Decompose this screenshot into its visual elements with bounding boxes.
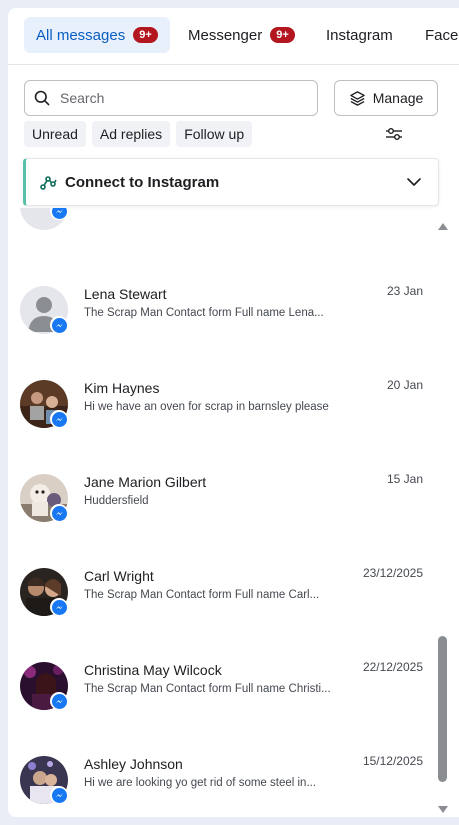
manage-label: Manage	[372, 90, 424, 106]
conversation-row[interactable]: Christina May Wilcock The Scrap Man Cont…	[8, 660, 432, 756]
message-snippet: The Scrap Man Contact form Full name Len…	[84, 307, 324, 319]
message-date: 22/12/2025	[362, 660, 423, 674]
filter-unread[interactable]: Unread	[24, 121, 86, 147]
tab-messenger[interactable]: Messenger 9+	[188, 17, 295, 53]
conversation-row-partial[interactable]	[8, 208, 432, 276]
search-icon	[34, 90, 50, 106]
filter-ad-replies[interactable]: Ad replies	[91, 121, 171, 147]
conversation-row[interactable]: Lena Stewart The Scrap Man Contact form …	[8, 284, 432, 380]
search-box[interactable]	[24, 80, 318, 116]
manage-button[interactable]: Manage	[334, 80, 438, 116]
layers-icon	[349, 90, 365, 106]
unread-badge: 9+	[133, 27, 158, 43]
tab-instagram[interactable]: Instagram	[326, 17, 393, 53]
tab-label: Facebook	[425, 26, 459, 44]
message-date: 15 Jan	[386, 472, 423, 486]
contact-name: Christina May Wilcock	[84, 662, 222, 678]
tab-all-messages[interactable]: All messages 9+	[24, 17, 170, 53]
messenger-icon	[50, 410, 68, 428]
inbox-panel: All messages 9+ Messenger 9+ Instagram F…	[8, 8, 459, 817]
conversation-list: Lena Stewart The Scrap Man Contact form …	[8, 208, 432, 817]
filter-follow-up[interactable]: Follow up	[176, 121, 253, 147]
message-snippet: Hi we have an oven for scrap in barnsley…	[84, 401, 329, 413]
conversation-row[interactable]: Ashley Johnson Hi we are looking yo get …	[8, 754, 432, 817]
conversation-row[interactable]: Jane Marion Gilbert Huddersfield 15 Jan	[8, 472, 432, 568]
connection-icon	[39, 173, 57, 191]
tab-label: All messages	[36, 26, 126, 44]
contact-name: Jane Marion Gilbert	[84, 474, 207, 490]
unread-badge: 9+	[270, 27, 295, 43]
scrollbar-thumb[interactable]	[438, 636, 447, 782]
contact-name: Kim Haynes	[84, 380, 160, 396]
chevron-down-icon[interactable]	[406, 177, 422, 187]
message-snippet: The Scrap Man Contact form Full name Car…	[84, 589, 320, 601]
messenger-icon	[50, 504, 68, 522]
message-date: 23 Jan	[386, 284, 423, 298]
messenger-icon	[50, 692, 68, 710]
conversation-row[interactable]: Kim Haynes Hi we have an oven for scrap …	[8, 378, 432, 474]
contact-name: Lena Stewart	[84, 286, 167, 302]
contact-name: Carl Wright	[84, 568, 154, 584]
message-snippet: The Scrap Man Contact form Full name Chr…	[84, 683, 331, 695]
filter-settings-icon[interactable]	[385, 127, 403, 141]
inbox-tabs: All messages 9+ Messenger 9+ Instagram F…	[8, 8, 459, 65]
message-date: 20 Jan	[386, 378, 423, 392]
search-input[interactable]	[58, 89, 292, 107]
scroll-up-arrow-icon[interactable]	[438, 223, 448, 230]
contact-name: Ashley Johnson	[84, 756, 183, 772]
message-snippet: Huddersfield	[84, 495, 149, 507]
messenger-icon	[50, 598, 68, 616]
messenger-icon	[50, 208, 68, 220]
tab-facebook[interactable]: Facebook	[425, 17, 459, 53]
filter-chips: Unread Ad replies Follow up	[24, 121, 258, 147]
message-date: 23/12/2025	[362, 566, 423, 580]
scroll-down-arrow-icon[interactable]	[438, 806, 448, 813]
tab-label: Messenger	[188, 26, 263, 44]
conversation-row[interactable]: Carl Wright The Scrap Man Contact form F…	[8, 566, 432, 662]
message-date: 15/12/2025	[362, 754, 423, 768]
messenger-icon	[50, 316, 68, 334]
conversation-scrollbar[interactable]	[436, 218, 450, 817]
messenger-icon	[50, 786, 68, 804]
connect-banner-title: Connect to Instagram	[65, 173, 220, 191]
message-snippet: Hi we are looking yo get rid of some ste…	[84, 777, 317, 789]
connect-instagram-banner[interactable]: Connect to Instagram	[23, 158, 439, 206]
tab-label: Instagram	[326, 26, 393, 44]
